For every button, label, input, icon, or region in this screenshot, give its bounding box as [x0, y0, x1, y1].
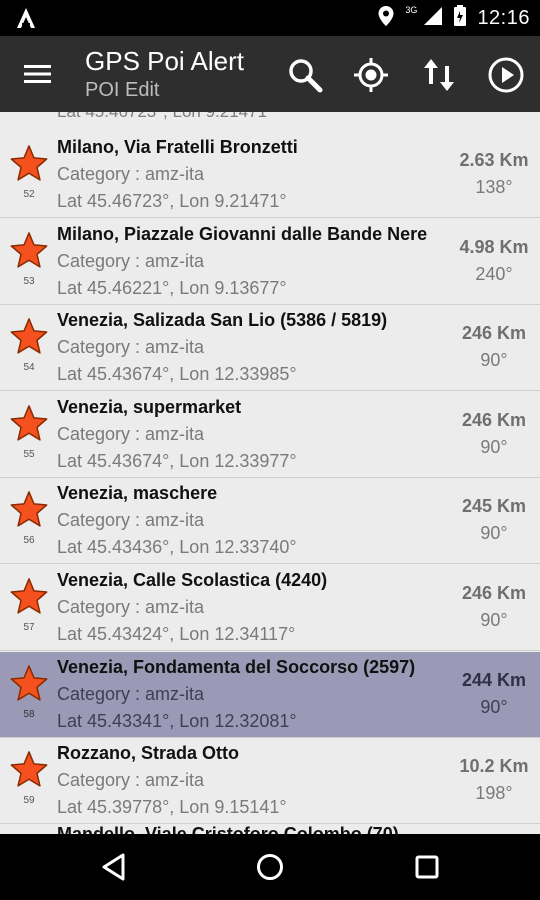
app-title: GPS Poi Alert	[85, 46, 244, 76]
poi-coordinates: Lat 45.46723°, Lon 9.21471°	[57, 191, 287, 211]
poi-list[interactable]: Lat 45.46723°, Lon 9.21471° 52 Milano, Vi…	[0, 112, 540, 834]
app-notification-icon	[14, 6, 38, 30]
poi-list-item[interactable]: 59 Rozzano, Strada Otto Category : amz-ita…	[0, 738, 540, 825]
poi-name: Milano, Piazzale Giovanni dalle Bande Ne…	[57, 223, 428, 244]
poi-bearing: 90°	[480, 436, 508, 457]
poi-category: Category : amz-ita	[57, 770, 205, 791]
battery-icon	[453, 4, 467, 32]
poi-index: 59	[23, 795, 35, 807]
poi-category: Category : amz-ita	[57, 423, 205, 444]
search-icon[interactable]	[286, 56, 324, 94]
navigation-bar	[0, 834, 540, 900]
back-icon[interactable]	[97, 850, 131, 884]
poi-name: Venezia, supermarket	[57, 396, 242, 417]
app-bar: GPS Poi Alert POI Edit	[0, 36, 540, 112]
poi-bearing: 90°	[480, 350, 508, 371]
poi-distance: 4.98 Km	[459, 236, 529, 257]
poi-list-item[interactable]: 58 Venezia, Fondamenta del Soccorso (2597…	[0, 651, 540, 738]
poi-name: Venezia, Fondamenta del Soccorso (2597)	[57, 656, 416, 677]
star-icon	[10, 750, 48, 788]
poi-name: Milano, Via Fratelli Bronzetti	[57, 137, 298, 157]
poi-distance: 246 Km	[461, 323, 527, 344]
star-icon	[10, 317, 48, 355]
poi-list-item[interactable]: 56 Venezia, maschere Category : amz-ita Lat…	[0, 478, 540, 565]
poi-index: 54	[23, 362, 35, 374]
signal-icon	[423, 6, 443, 31]
poi-coordinates: Lat 45.46221°, Lon 9.13677°	[57, 277, 287, 298]
star-icon	[10, 404, 48, 442]
poi-list-item[interactable]: 53 Milano, Piazzale Giovanni dalle Bande …	[0, 219, 540, 305]
poi-index: 56	[23, 535, 35, 547]
poi-category: Category : amz-ita	[57, 597, 205, 617]
poi-coordinates: Lat 45.43674°, Lon 12.33985°	[57, 364, 297, 385]
star-icon	[10, 231, 48, 269]
poi-index: 58	[23, 708, 35, 720]
app-subtitle: POI Edit	[85, 79, 160, 101]
poi-distance: 245 Km	[461, 496, 527, 517]
poi-index: 55	[23, 448, 35, 460]
star-icon	[10, 144, 48, 182]
poi-bearing: 90°	[480, 610, 508, 630]
location-icon	[377, 5, 395, 32]
poi-name: Venezia, maschere	[57, 483, 218, 504]
poi-index: 52	[23, 189, 35, 200]
poi-distance: 244 Km	[461, 669, 527, 690]
partial-row-coords: Lat 45.46723°, Lon 9.21471°	[57, 112, 274, 122]
poi-coordinates: Lat 45.43674°, Lon 12.33977°	[57, 450, 297, 471]
status-bar: 3G 12:16	[0, 0, 540, 36]
poi-coordinates: Lat 45.43436°, Lon 12.33740°	[57, 537, 297, 558]
poi-distance: 246 Km	[461, 409, 527, 430]
poi-distance: 2.63 Km	[459, 150, 529, 170]
star-icon	[10, 664, 48, 702]
poi-category: Category : amz-ita	[57, 337, 205, 358]
recents-icon[interactable]	[410, 850, 444, 884]
network-type: 3G	[405, 5, 418, 15]
poi-coordinates: Lat 45.43424°, Lon 12.34117°	[57, 624, 296, 644]
poi-bearing: 138°	[475, 177, 513, 197]
poi-bearing: 90°	[480, 523, 508, 544]
poi-coordinates: Lat 45.39778°, Lon 9.15141°	[57, 797, 287, 818]
poi-name: Rozzano, Strada Otto	[57, 743, 240, 764]
clock: 12:16	[477, 6, 530, 29]
poi-category: Category : amz-ita	[57, 164, 205, 184]
partial-row-name: Mandello, Viale Cristoforo Colombo (70)	[57, 824, 399, 834]
poi-list-item[interactable]: 52 Milano, Via Fratelli Bronzetti Category…	[0, 132, 540, 218]
sort-icon[interactable]	[420, 56, 458, 94]
star-icon	[10, 490, 48, 528]
poi-bearing: 90°	[480, 696, 508, 717]
home-icon[interactable]	[253, 850, 287, 884]
poi-list-item[interactable]: 54 Venezia, Salizada San Lio (5386 / 5819…	[0, 305, 540, 392]
poi-name: Venezia, Calle Scolastica (4240)	[57, 570, 328, 590]
poi-distance: 10.2 Km	[459, 756, 529, 777]
poi-category: Category : amz-ita	[57, 250, 205, 271]
poi-list-item[interactable]: 57 Venezia, Calle Scolastica (4240) Catego…	[0, 565, 540, 651]
gps-target-icon[interactable]	[352, 56, 390, 94]
poi-category: Category : amz-ita	[57, 510, 205, 531]
poi-index: 53	[23, 275, 35, 287]
poi-category: Category : amz-ita	[57, 683, 205, 704]
poi-bearing: 198°	[475, 783, 513, 804]
poi-coordinates: Lat 45.43341°, Lon 12.32081°	[57, 710, 297, 731]
poi-index: 57	[23, 622, 35, 633]
star-icon	[10, 577, 48, 615]
menu-icon[interactable]	[22, 58, 54, 90]
play-icon[interactable]	[487, 56, 525, 94]
poi-name: Venezia, Salizada San Lio (5386 / 5819)	[57, 310, 388, 331]
poi-list-item[interactable]: 55 Venezia, supermarket Category : amz-ita…	[0, 392, 540, 478]
poi-bearing: 240°	[475, 263, 513, 284]
poi-distance: 246 Km	[461, 583, 527, 603]
